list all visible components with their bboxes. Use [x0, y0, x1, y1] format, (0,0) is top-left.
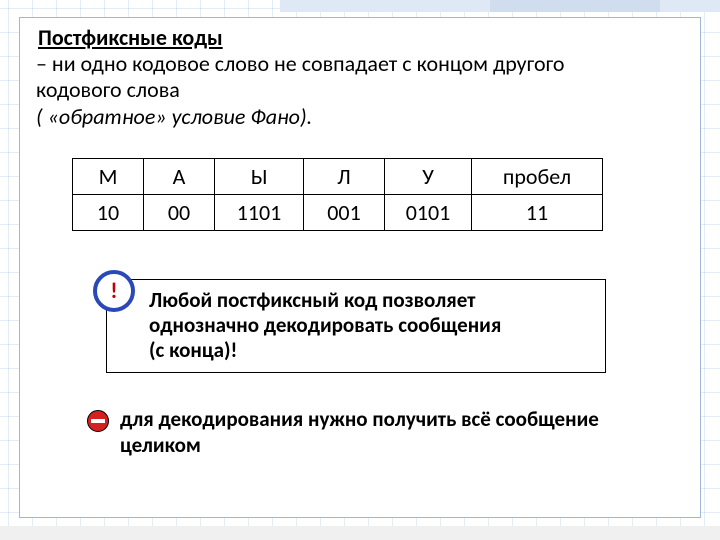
value-cell: 1101 — [215, 195, 304, 231]
warning-text: для декодирования нужно получить всё соо… — [120, 407, 599, 457]
table-row-values: 10 00 1101 001 0101 11 — [73, 195, 603, 231]
note-line-2: однозначно декодировать сообщения — [149, 312, 501, 338]
value-cell: 0101 — [385, 195, 472, 231]
warning-row: для декодирования нужно получить всё соо… — [86, 407, 684, 457]
header-cell: пробел — [472, 159, 603, 195]
heading-title: Постфиксные коды — [38, 24, 684, 51]
decorative-top-bar-dark — [490, 0, 660, 12]
value-cell: 00 — [144, 195, 215, 231]
definition-fano: ( «обратное» условие Фано). — [36, 103, 312, 130]
note-line-3: (с конца)! — [149, 337, 237, 363]
note-line-1: Любой постфиксный код позволяет — [149, 287, 475, 313]
header-cell: А — [144, 159, 215, 195]
header-cell: Л — [304, 159, 385, 195]
value-cell: 11 — [472, 195, 603, 231]
table-row-headers: М А Ы Л У пробел — [73, 159, 603, 195]
header-cell: М — [73, 159, 144, 195]
definition: – ни одно кодовое слово не совпадает с к… — [36, 51, 684, 130]
value-cell: 10 — [73, 195, 144, 231]
content-frame: Постфиксные коды – ни одно кодовое слово… — [19, 17, 701, 518]
warning-line-2: целиком — [120, 432, 201, 458]
decorative-bottom-strip — [0, 526, 720, 540]
definition-line-2: кодового слова — [36, 76, 180, 103]
codes-table: М А Ы Л У пробел 10 00 1101 001 0101 11 — [72, 158, 603, 231]
header-cell: У — [385, 159, 472, 195]
value-cell: 001 — [304, 195, 385, 231]
note-box: ! Любой постфиксный код позволяет однозн… — [106, 279, 606, 373]
definition-line-1: – ни одно кодовое слово не совпадает с к… — [36, 50, 565, 77]
warning-line-1: для декодирования нужно получить всё соо… — [120, 406, 599, 432]
no-entry-icon — [86, 409, 110, 433]
header-cell: Ы — [215, 159, 304, 195]
exclamation-badge-icon: ! — [93, 270, 135, 312]
